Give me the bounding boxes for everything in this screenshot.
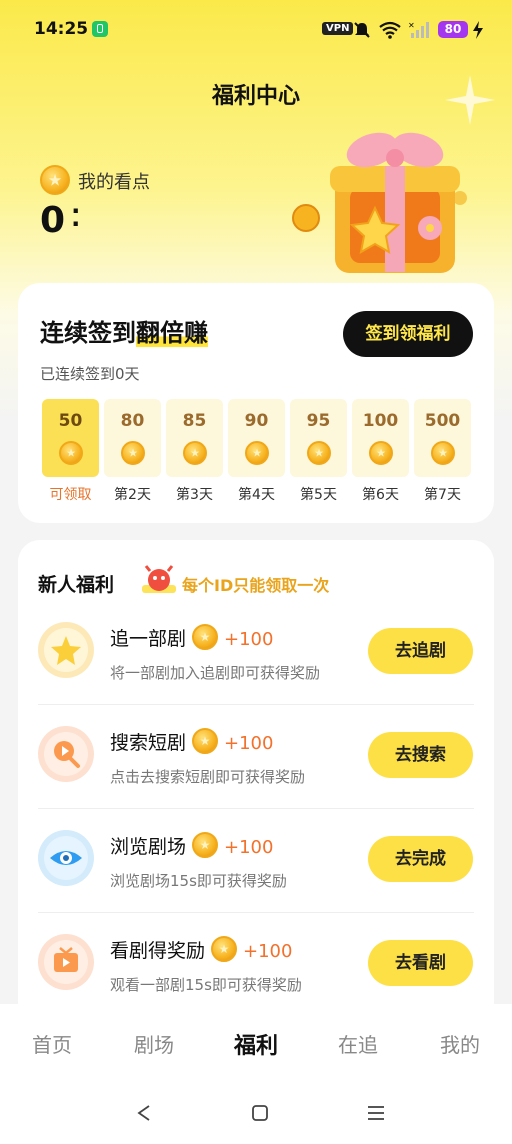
eye-icon bbox=[38, 830, 94, 886]
points-value[interactable]: 0 ⁚ bbox=[40, 200, 80, 241]
tab-profile[interactable]: 我的 bbox=[420, 1029, 500, 1058]
go-follow-button[interactable]: 去追剧 bbox=[368, 628, 473, 674]
task-browse-theater: 浏览剧场+100 浏览剧场15s即可获得奖励 去完成 bbox=[18, 808, 494, 912]
coin-icon bbox=[211, 936, 238, 962]
task-title: 看剧得奖励+100 bbox=[110, 936, 292, 963]
signin-day-1[interactable]: 50 可领取 bbox=[42, 399, 99, 504]
go-watch-button[interactable]: 去看剧 bbox=[368, 940, 473, 986]
mascot-icon bbox=[142, 565, 176, 593]
coin-icon bbox=[59, 441, 83, 465]
task-description: 观看一部剧15s即可获得奖励 bbox=[110, 976, 302, 994]
search-icon bbox=[38, 726, 94, 782]
charging-icon bbox=[473, 21, 483, 39]
newcomer-card: 新人福利 每个ID只能领取一次 追一部剧+100 将一部剧加入追剧即可获得奖励 … bbox=[18, 540, 494, 1020]
task-description: 浏览剧场15s即可获得奖励 bbox=[110, 872, 287, 890]
signin-day-4: 90 第4天 bbox=[228, 399, 285, 504]
task-title: 搜索短剧+100 bbox=[110, 728, 273, 755]
tab-theater[interactable]: 剧场 bbox=[114, 1029, 194, 1058]
app-notification-icon bbox=[92, 21, 108, 37]
task-description: 点击去搜索短剧即可获得奖励 bbox=[110, 768, 306, 786]
coin-icon bbox=[369, 441, 393, 465]
star-icon bbox=[38, 622, 94, 678]
coin-icon bbox=[192, 624, 219, 650]
coin-icon bbox=[307, 441, 331, 465]
coin-icon bbox=[431, 441, 455, 465]
toggle-visibility-icon[interactable]: ⁚ bbox=[71, 204, 80, 232]
gift-box-illustration bbox=[292, 132, 467, 273]
tv-icon bbox=[38, 934, 94, 990]
signin-day-2: 80 第2天 bbox=[104, 399, 161, 504]
coin-icon bbox=[192, 728, 219, 754]
tab-home[interactable]: 首页 bbox=[12, 1029, 92, 1058]
signin-day-6: 100 第6天 bbox=[352, 399, 409, 504]
signin-day-5: 95 第5天 bbox=[290, 399, 347, 504]
task-description: 将一部剧加入追剧即可获得奖励 bbox=[110, 664, 321, 682]
vpn-badge: VPN bbox=[322, 22, 354, 35]
recents-menu-icon[interactable] bbox=[366, 1103, 386, 1123]
home-icon[interactable] bbox=[250, 1103, 270, 1123]
sparkle-icon bbox=[445, 75, 495, 125]
battery-indicator: 80 bbox=[438, 21, 468, 38]
svg-text:✕: ✕ bbox=[408, 21, 415, 30]
signin-title: 连续签到翻倍赚 bbox=[40, 319, 208, 347]
status-time: 14:25 bbox=[34, 19, 89, 39]
system-nav-bar bbox=[0, 1084, 512, 1144]
signin-day-7: 500 第7天 bbox=[414, 399, 471, 504]
signin-button[interactable]: 签到领福利 bbox=[343, 311, 473, 357]
coin-icon bbox=[245, 441, 269, 465]
signin-card: 连续签到翻倍赚 签到领福利 已连续签到0天 50 可领取 80 第2天 85 第… bbox=[18, 283, 494, 523]
coin-icon bbox=[192, 832, 219, 858]
newcomer-note: 每个ID只能领取一次 bbox=[182, 576, 330, 595]
page-title: 福利中心 bbox=[211, 84, 300, 109]
signin-day-3: 85 第3天 bbox=[166, 399, 223, 504]
task-follow-drama: 追一部剧+100 将一部剧加入追剧即可获得奖励 去追剧 bbox=[18, 600, 494, 704]
task-search-drama: 搜索短剧+100 点击去搜索短剧即可获得奖励 去搜索 bbox=[18, 704, 494, 808]
status-bar: 14:25 VPN ✕ 80 bbox=[0, 0, 512, 60]
go-complete-button[interactable]: 去完成 bbox=[368, 836, 473, 882]
tab-welfare[interactable]: 福利 bbox=[216, 1028, 296, 1060]
coin-icon bbox=[40, 165, 70, 195]
task-title: 浏览剧场+100 bbox=[110, 832, 273, 859]
coin-icon bbox=[183, 441, 207, 465]
mute-bell-icon bbox=[354, 22, 370, 38]
points-label: 我的看点 bbox=[78, 172, 150, 193]
wifi-icon bbox=[379, 21, 401, 39]
task-watch-drama: 看剧得奖励+100 观看一部剧15s即可获得奖励 去看剧 bbox=[18, 912, 494, 1016]
bottom-tab-bar: 首页 剧场 福利 在追 我的 bbox=[0, 1004, 512, 1084]
task-title: 追一部剧+100 bbox=[110, 624, 273, 651]
signin-streak-text: 已连续签到0天 bbox=[40, 365, 140, 383]
coin-icon bbox=[121, 441, 145, 465]
newcomer-title: 新人福利 bbox=[38, 574, 115, 596]
tab-following[interactable]: 在追 bbox=[318, 1029, 398, 1058]
back-icon[interactable] bbox=[134, 1103, 154, 1123]
go-search-button[interactable]: 去搜索 bbox=[368, 732, 473, 778]
signal-icon: ✕ bbox=[408, 21, 429, 38]
